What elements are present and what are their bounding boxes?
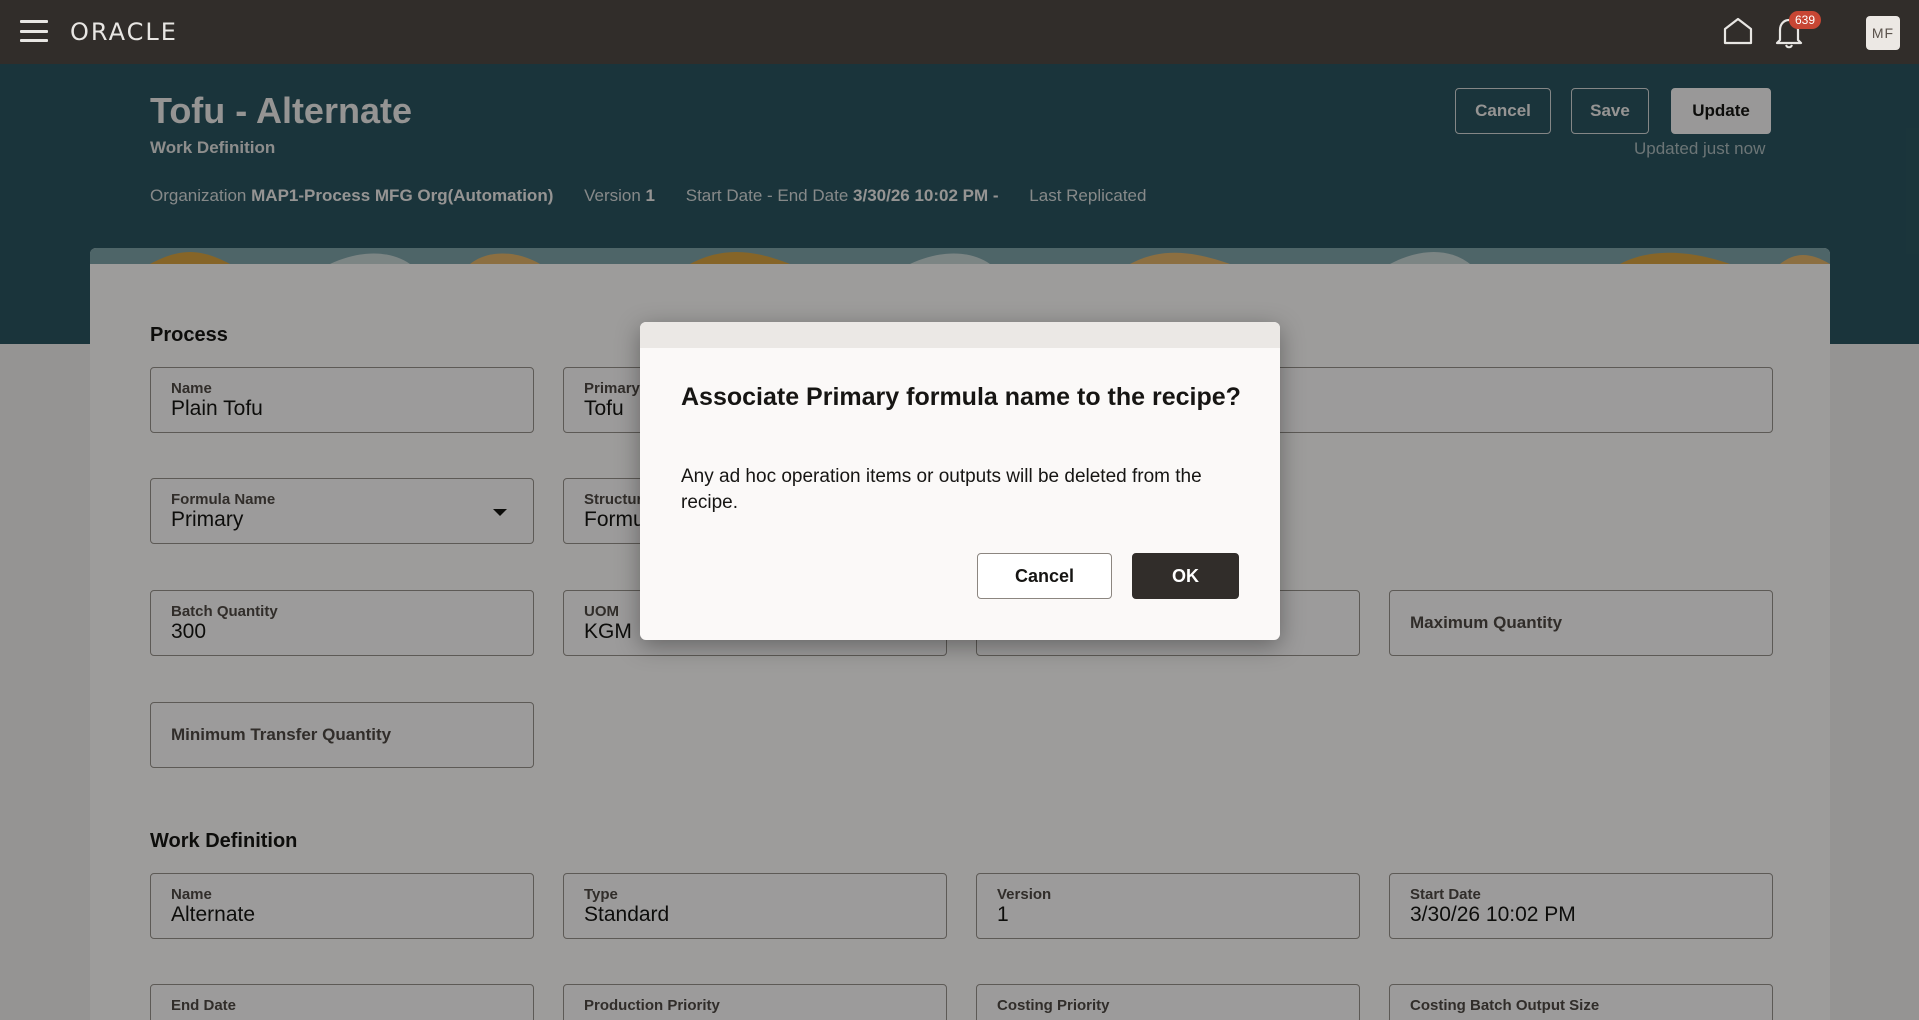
- dialog-ok-button[interactable]: OK: [1132, 553, 1239, 599]
- menu-icon[interactable]: [20, 20, 48, 42]
- dialog-title: Associate Primary formula name to the re…: [681, 383, 1241, 411]
- oracle-logo[interactable]: ORACLE: [70, 18, 178, 46]
- home-icon[interactable]: [1722, 16, 1754, 46]
- global-header: ORACLE 639 MF: [0, 0, 1919, 64]
- dialog-message: Any ad hoc operation items or outputs wi…: [681, 466, 1202, 513]
- notification-count-badge[interactable]: 639: [1789, 11, 1822, 29]
- dialog-cancel-button[interactable]: Cancel: [977, 553, 1112, 599]
- dialog-header-texture: [640, 322, 1280, 348]
- confirm-dialog: Associate Primary formula name to the re…: [640, 322, 1280, 640]
- user-avatar[interactable]: MF: [1866, 16, 1900, 50]
